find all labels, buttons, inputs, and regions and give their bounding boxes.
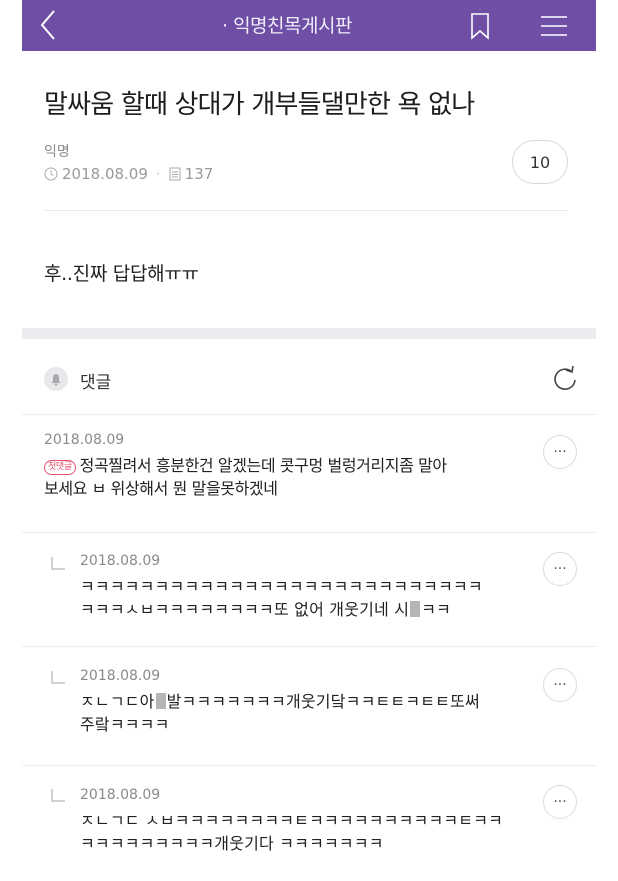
divider xyxy=(22,646,596,647)
reply-text-line: ㅋㅋㅋㅋㅋㅋㅋㅋㅋㅋㅋㅋㅋㅋㅋㅋㅋㅋㅋㅋㅋㅋㅋㅋㅋㅋㅋ xyxy=(80,577,483,596)
reply-date: 2018.08.09 xyxy=(80,553,161,569)
reply-arrow-icon xyxy=(51,557,65,570)
comments-label: 댓글 xyxy=(80,373,112,393)
post-date: 2018.08.09 xyxy=(62,165,148,183)
reply-arrow-icon xyxy=(51,671,65,684)
reply-text-line: ㅋㅋ xyxy=(421,600,452,619)
reply-item: 2018.08.09 ㅈㄴㄱㄷ아 발ㅋㅋㅋㅋㅋㅋㅋ개웃기닼ㅋㅋㅌㅌㅋㅌㅌ또써 주랔… xyxy=(80,668,540,736)
reply-text-line: ㅋㅋㅋㅋㅋㅋㅋㅋㅋ개웃기다 ㅋㅋㅋㅋㅋㅋㅋ xyxy=(80,834,384,853)
divider xyxy=(22,532,596,533)
redacted-block xyxy=(155,693,166,709)
post-title: 말싸움 할때 상대가 개부들댈만한 욕 없나 xyxy=(44,90,475,120)
reply-text-line: ㅈㄴㄱㄷ ㅅㅂㅋㅋㅋㅋㅋㅋㅋㅋㅌㅋㅋㅋㅋㅋㅋㅋㅋㅋㅋㅌㅋㅋ xyxy=(80,811,504,830)
post-meta: 2018.08.09 · 137 xyxy=(44,165,213,183)
comment-text: 첫댓글 정곡찔려서 흥분한건 알겠는데 콧구멍 벌렁거리지좀 말아 보세요 ㅂ 위… xyxy=(44,454,584,500)
comment-item: 2018.08.09 첫댓글 정곡찔려서 흥분한건 알겠는데 콧구멍 벌렁거리지좀… xyxy=(44,432,584,500)
post-body: 후..진짜 답답해ㅠㅠ xyxy=(44,263,199,285)
clock-icon xyxy=(44,167,58,181)
reply-item: 2018.08.09 ㅋㅋㅋㅋㅋㅋㅋㅋㅋㅋㅋㅋㅋㅋㅋㅋㅋㅋㅋㅋㅋㅋㅋㅋㅋㅋㅋ ㅋ… xyxy=(80,553,540,621)
divider xyxy=(44,210,568,211)
top-bar: · 익명친목게시판 xyxy=(22,0,596,51)
more-options-button[interactable]: ··· xyxy=(543,785,577,819)
comment-text-line: 보세요 ㅂ 위상해서 뭔 말을못하겠네 xyxy=(44,479,278,498)
hamburger-menu-icon[interactable] xyxy=(537,14,571,38)
reply-text-line: 발ㅋㅋㅋㅋㅋㅋㅋ개웃기닼ㅋㅋㅌㅌㅋㅌㅌ또써 xyxy=(166,692,480,711)
comment-text-line: 정곡찔려서 흥분한건 알겠는데 콧구멍 벌렁거리지좀 말아 xyxy=(79,456,448,475)
bookmark-icon[interactable] xyxy=(469,12,491,40)
reply-text-line: ㅈㄴㄱㄷ아 xyxy=(80,692,155,711)
reply-date: 2018.08.09 xyxy=(80,668,161,684)
section-separator xyxy=(22,328,596,339)
comment-count-button[interactable]: 10 xyxy=(512,140,568,184)
more-options-button[interactable]: ··· xyxy=(543,552,577,586)
reply-date: 2018.08.09 xyxy=(80,787,161,803)
comments-header: 댓글 xyxy=(44,364,576,398)
chevron-left-icon[interactable] xyxy=(34,6,64,44)
redacted-block xyxy=(410,601,421,617)
more-options-button[interactable]: ··· xyxy=(543,435,577,469)
first-comment-badge: 첫댓글 xyxy=(44,460,76,475)
reply-text: ㅋㅋㅋㅋㅋㅋㅋㅋㅋㅋㅋㅋㅋㅋㅋㅋㅋㅋㅋㅋㅋㅋㅋㅋㅋㅋㅋ ㅋㅋㅋㅅㅂㅋㅋㅋㅋㅋㅋㅋ… xyxy=(80,575,540,621)
reply-text: ㅈㄴㄱㄷ ㅅㅂㅋㅋㅋㅋㅋㅋㅋㅋㅌㅋㅋㅋㅋㅋㅋㅋㅋㅋㅋㅌㅋㅋ ㅋㅋㅋㅋㅋㅋㅋㅋㅋ개… xyxy=(80,809,540,855)
post-views: 137 xyxy=(184,165,214,183)
board-title: · 익명친목게시판 xyxy=(222,15,352,37)
reply-text-line: ㅋㅋㅋㅅㅂㅋㅋㅋㅋㅋㅋㅋㅋ또 없어 개웃기네 시 xyxy=(80,600,410,619)
divider xyxy=(22,414,596,415)
reply-text: ㅈㄴㄱㄷ아 발ㅋㅋㅋㅋㅋㅋㅋ개웃기닼ㅋㅋㅌㅌㅋㅌㅌ또써 주랔ㅋㅋㅋㅋ xyxy=(80,690,540,736)
post-author: 익명 xyxy=(44,144,70,160)
reply-text-line: 주랔ㅋㅋㅋㅋ xyxy=(80,715,170,734)
bell-icon[interactable] xyxy=(44,367,68,391)
comment-date: 2018.08.09 xyxy=(44,432,125,448)
meta-separator: · xyxy=(155,165,161,183)
reply-item: 2018.08.09 ㅈㄴㄱㄷ ㅅㅂㅋㅋㅋㅋㅋㅋㅋㅋㅌㅋㅋㅋㅋㅋㅋㅋㅋㅋㅋㅌㅋㅋ… xyxy=(80,787,540,855)
reply-arrow-icon xyxy=(51,789,65,802)
refresh-icon[interactable] xyxy=(551,364,579,394)
more-options-button[interactable]: ··· xyxy=(543,668,577,702)
views-icon xyxy=(169,167,181,181)
divider xyxy=(22,765,596,766)
